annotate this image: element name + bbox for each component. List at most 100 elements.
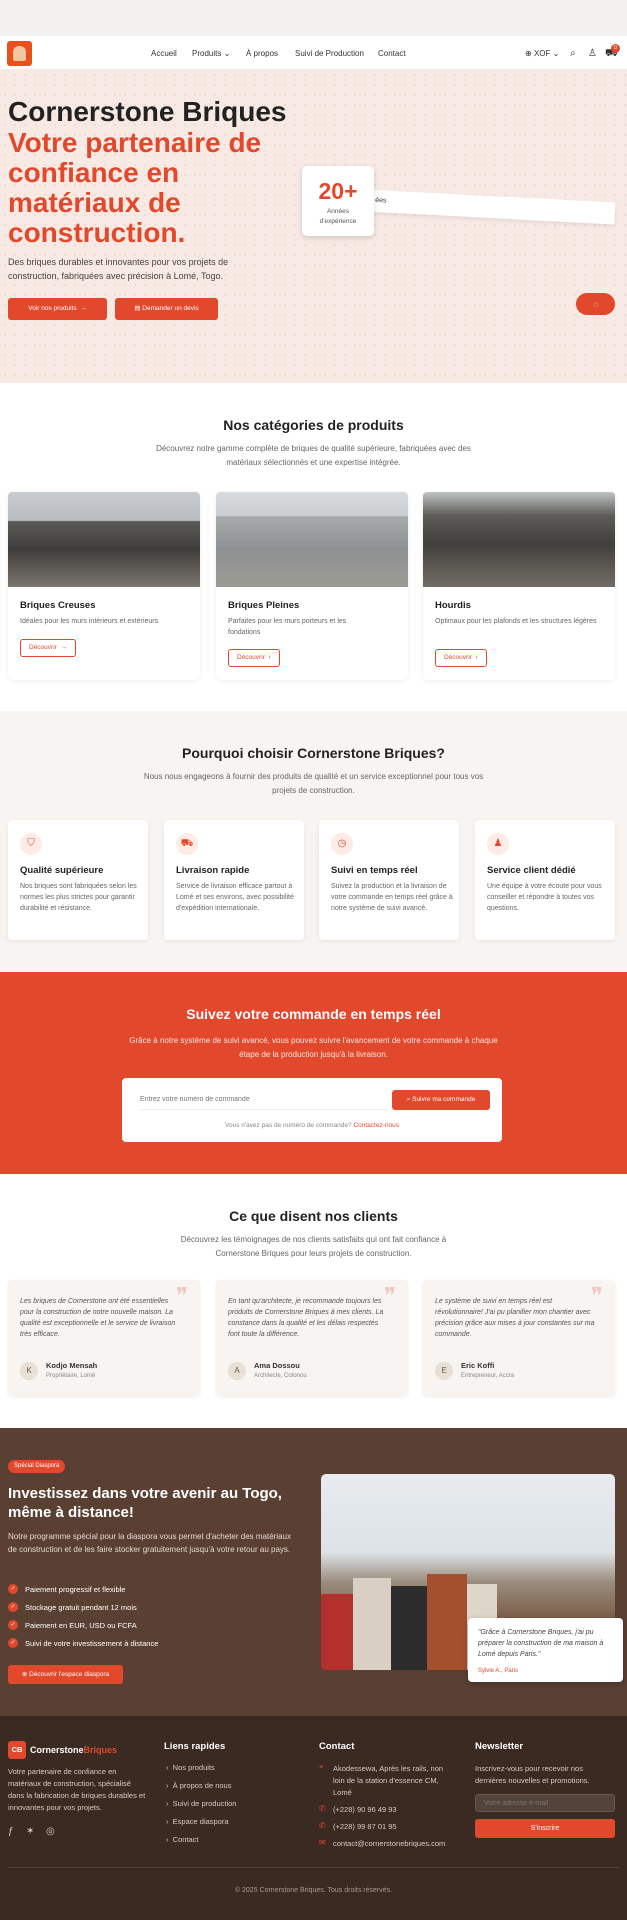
chat-icon: ◌ — [592, 299, 599, 309]
check-icon: ✓ — [8, 1584, 18, 1594]
nav-produits[interactable]: Produits ⌄ — [192, 49, 230, 58]
diaspora-quote-card: "Grâce à Cornerstone Briques, j'ai pu pr… — [468, 1618, 623, 1682]
hero-title: Cornerstone Briques — [8, 96, 287, 127]
diaspora-title: Investissez dans votre avenir au Togo, m… — [8, 1485, 282, 1521]
truck-icon: ⛟ — [176, 833, 198, 855]
categories-subtitle: Découvrez notre gamme complète de brique… — [156, 444, 471, 467]
avatar: K — [20, 1362, 38, 1380]
newsletter-title: Newsletter — [475, 1741, 524, 1752]
hero-subtitle: Votre partenaire de confiance en matéria… — [8, 127, 262, 248]
tracking-help-text: Vous n'avez pas de numéro de commande? — [225, 1122, 352, 1129]
discover-label: Découvrir — [444, 654, 472, 661]
feature-text: Une équipe à votre écoute pour vous cons… — [487, 883, 602, 912]
diaspora-quote: "Grâce à Cornerstone Briques, j'ai pu pr… — [478, 1629, 604, 1658]
users-icon: ♟ — [487, 833, 509, 855]
diaspora-button[interactable]: ⊕ Découvrir l'espace diaspora — [8, 1665, 123, 1684]
hero-strip-text: ées — [375, 196, 387, 205]
feature-title: Suivi en temps réel — [331, 865, 418, 876]
nav-accueil[interactable]: Accueil — [151, 49, 177, 58]
diaspora-point: Suivi de votre investissement à distance — [25, 1639, 159, 1648]
footer-brand-a: Cornerstone — [30, 1745, 84, 1755]
diaspora-text: Notre programme spécial pour la diaspora… — [8, 1532, 291, 1554]
avatar: E — [435, 1362, 453, 1380]
testimonial-text: Le système de suivi en temps réel est ré… — [435, 1298, 595, 1338]
map-pin-icon: ⌖ — [319, 1762, 324, 1771]
footer-link-label: Espace diaspora — [172, 1817, 229, 1826]
newsletter-subscribe-button[interactable]: S'inscrire — [475, 1819, 615, 1838]
twitter-icon[interactable]: ✶ — [26, 1826, 34, 1837]
nav-produits-label: Produits — [192, 49, 222, 58]
facebook-icon[interactable]: ƒ — [8, 1826, 14, 1837]
footer-phone[interactable]: (+228) 90 96 49 93 — [333, 1805, 397, 1814]
diaspora-button-label: Découvrir l'espace diaspora — [29, 1671, 110, 1678]
category-text: Parfaites pour les murs porteurs et les … — [228, 618, 347, 636]
footer-link[interactable]: › Suivi de production — [166, 1799, 236, 1808]
footer-phone[interactable]: (+228) 99 87 01 95 — [333, 1822, 397, 1831]
footer-links-title: Liens rapides — [164, 1741, 226, 1752]
feature-text: Suivez la production et la livraison de … — [331, 883, 453, 912]
category-card-hourdis[interactable]: Hourdis Optimaux pour les plafonds et le… — [423, 492, 615, 680]
feature-card-quality: ⛉ Qualité supérieure Nos briques sont fa… — [8, 820, 148, 940]
newsletter-text: Inscrivez-vous pour recevoir nos dernièr… — [475, 1764, 590, 1785]
testimonials-title: Ce que disent nos clients — [229, 1208, 398, 1224]
testimonial-name: Eric Koffi — [461, 1361, 495, 1370]
footer-link[interactable]: › À propos de nous — [166, 1781, 231, 1790]
diaspora-point: Paiement en EUR, USD ou FCFA — [25, 1621, 137, 1630]
nav-contact[interactable]: Contact — [378, 49, 406, 58]
clock-icon: ◷ — [331, 833, 353, 855]
discover-button[interactable]: Découvrir › — [435, 649, 487, 667]
contact-link[interactable]: Contactez-nous — [353, 1122, 399, 1129]
category-title: Hourdis — [435, 600, 471, 611]
tracking-subtitle: Grâce à notre système de suivi avancé, v… — [129, 1036, 498, 1059]
discover-label: Découvrir — [237, 654, 265, 661]
feature-card-service: ♟ Service client dédié Une équipe à votr… — [475, 820, 615, 940]
document-icon: ▤ — [134, 305, 141, 312]
footer-link-label: À propos de nous — [172, 1781, 232, 1790]
house-illustration — [427, 1574, 467, 1670]
feature-text: Service de livraison efficace partout à … — [176, 883, 294, 912]
site-logo[interactable] — [7, 41, 32, 66]
arrow-right-icon: → — [60, 644, 67, 651]
footer-contact-title: Contact — [319, 1741, 355, 1752]
footer-address: Akodessewa, Après les rails, non loin de… — [333, 1764, 444, 1797]
house-illustration — [391, 1586, 427, 1670]
user-icon[interactable]: ♙ — [588, 48, 597, 59]
testimonial-text: Les briques de Cornerstone ont été essen… — [20, 1298, 176, 1338]
footer-link-label: Nos produits — [172, 1763, 215, 1772]
footer-link[interactable]: › Contact — [166, 1835, 199, 1844]
phone-icon: ✆ — [319, 1821, 326, 1830]
footer-email[interactable]: contact@cornerstonebriques.com — [333, 1839, 445, 1848]
shield-icon: ⛉ — [20, 833, 42, 855]
category-title: Briques Creuses — [20, 600, 96, 611]
nav-suivi-production[interactable]: Suivi de Production — [295, 49, 364, 58]
order-number-input[interactable] — [140, 1090, 388, 1110]
footer-link[interactable]: › Espace diaspora — [166, 1817, 229, 1826]
testimonial-text: En tant qu'architecte, je recommande tou… — [228, 1298, 384, 1338]
currency-label: XOF — [533, 49, 551, 58]
footer-link-label: Suivi de production — [172, 1799, 237, 1808]
categories-title: Nos catégories de produits — [223, 417, 404, 433]
tracking-box: ⌕ Suivre ma commande Vous n'avez pas de … — [122, 1078, 502, 1142]
mail-icon: ✉ — [319, 1838, 326, 1847]
search-icon[interactable]: ⌕ — [570, 48, 576, 59]
view-products-button[interactable]: Voir nos produits → — [8, 298, 107, 320]
stat-number: 20+ — [318, 178, 358, 204]
category-title: Briques Pleines — [228, 600, 300, 611]
category-card-pleines[interactable]: Briques Pleines Parfaites pour les murs … — [216, 492, 408, 680]
chevron-right-icon: › — [268, 654, 271, 661]
request-quote-button[interactable]: ▤ Demander un devis — [115, 298, 218, 320]
currency-selector[interactable]: ⊕ XOF ⌄ — [525, 49, 559, 58]
track-order-button[interactable]: ⌕ Suivre ma commande — [392, 1090, 490, 1110]
discover-button[interactable]: Découvrir → — [20, 639, 76, 657]
category-card-creuses[interactable]: Briques Creuses Idéales pour les murs in… — [8, 492, 200, 680]
instagram-icon[interactable]: ◎ — [46, 1826, 55, 1837]
why-title: Pourquoi choisir Cornerstone Briques? — [182, 745, 445, 761]
discover-button[interactable]: Découvrir › — [228, 649, 280, 667]
phone-icon: ✆ — [319, 1804, 326, 1813]
footer-link[interactable]: › Nos produits — [166, 1763, 215, 1772]
nav-a-propos[interactable]: À propos — [246, 49, 278, 58]
feature-title: Qualité supérieure — [20, 865, 104, 876]
newsletter-email-input[interactable] — [475, 1794, 615, 1812]
chat-button[interactable]: ◌ — [576, 293, 615, 315]
diaspora-badge: Spécial Diaspora — [8, 1460, 66, 1473]
